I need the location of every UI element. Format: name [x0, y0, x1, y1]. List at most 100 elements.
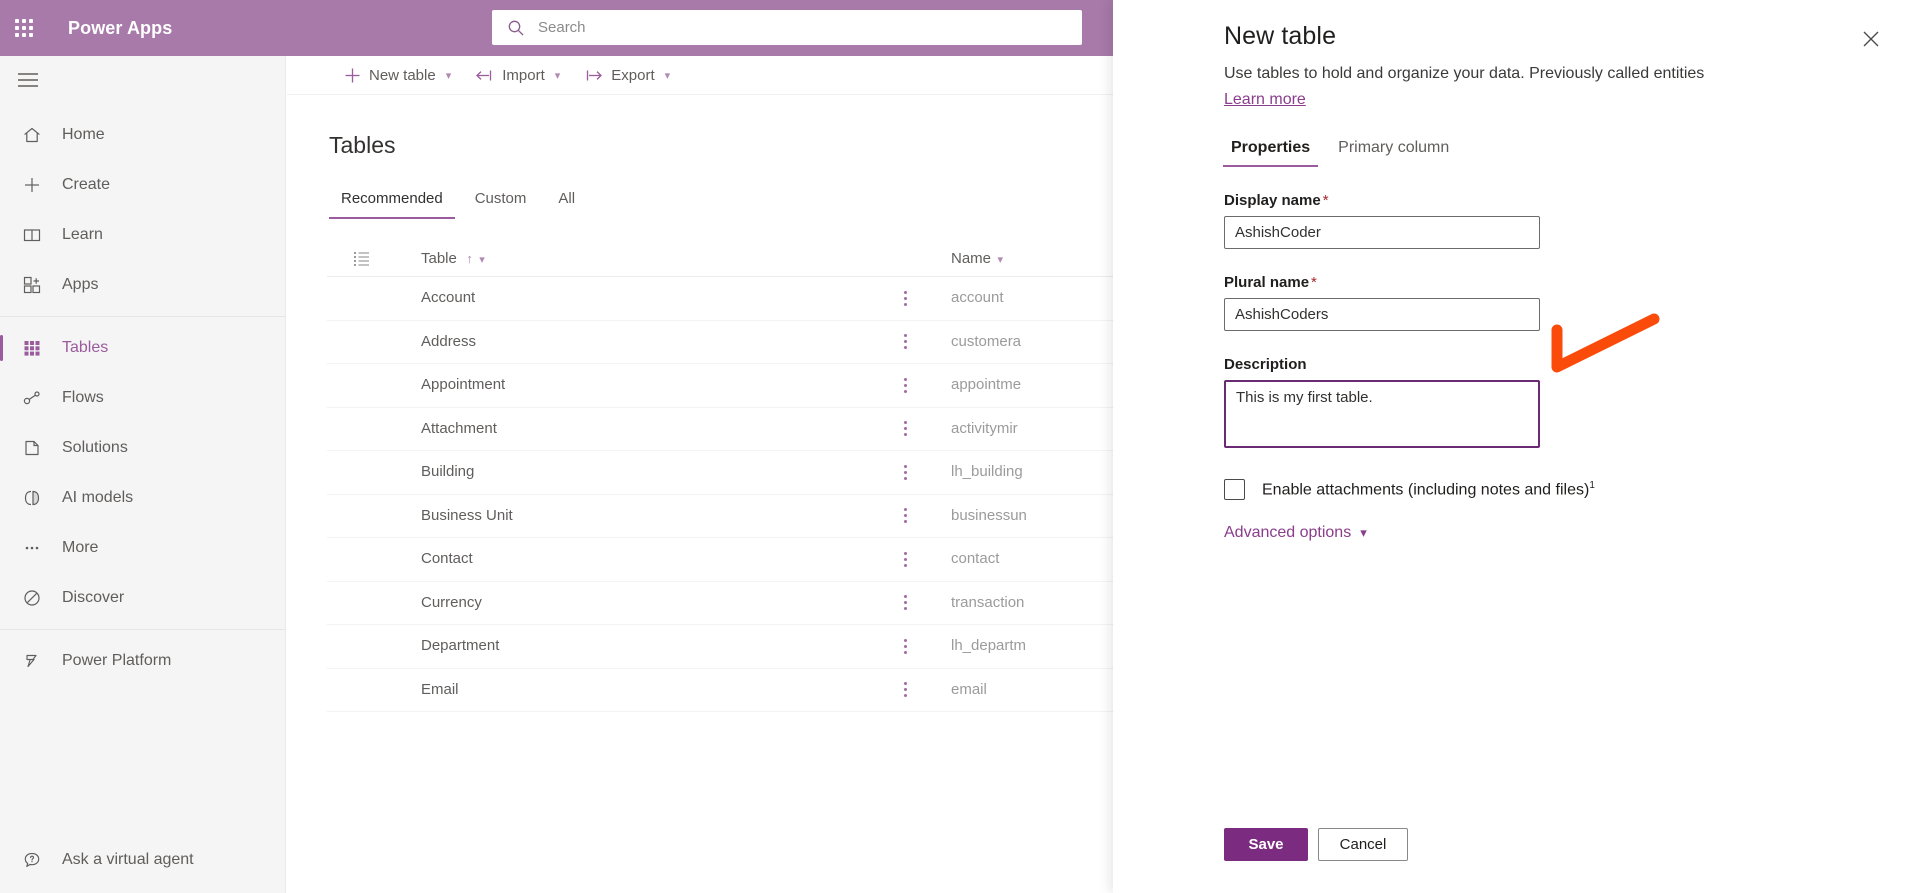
table-row[interactable]: Appointment appointme [327, 364, 1227, 408]
sidebar-item-apps[interactable]: Apps [0, 260, 285, 310]
row-more-actions-button[interactable] [875, 595, 935, 611]
enable-attachments-row[interactable]: Enable attachments (including notes and … [1224, 478, 1880, 500]
ai-brain-icon [14, 488, 50, 508]
sidebar-item-flows[interactable]: Flows [0, 373, 285, 423]
sidebar-item-learn[interactable]: Learn [0, 210, 285, 260]
export-button[interactable]: Export ▾ [574, 62, 680, 89]
table-row[interactable]: Address customera [327, 321, 1227, 364]
search-input[interactable] [536, 10, 1068, 45]
table-display-name: Building [421, 463, 475, 481]
tab-primary-column[interactable]: Primary column [1330, 135, 1457, 167]
learn-more-link[interactable]: Learn more [1224, 91, 1306, 109]
table-logical-name: email [951, 680, 987, 698]
row-more-actions-button[interactable] [875, 377, 935, 393]
table-row[interactable]: Currency transaction [327, 582, 1227, 625]
tab-properties[interactable]: Properties [1223, 135, 1319, 167]
sidebar-item-label: Apps [62, 276, 99, 293]
table-row[interactable]: Attachment activitymir [327, 408, 1227, 451]
row-more-actions-button[interactable] [875, 290, 935, 306]
row-more-actions-button[interactable] [875, 334, 935, 350]
table-row[interactable]: Building lh_building [327, 451, 1227, 495]
table-row[interactable]: Contact contact [327, 538, 1227, 582]
nav-bottom-section: Ask a virtual agent [0, 835, 285, 885]
cell-table-name[interactable]: Email [395, 681, 875, 699]
export-arrow-icon [584, 67, 603, 84]
chevron-down-icon[interactable]: ▾ [479, 254, 485, 266]
sidebar-item-ask-virtual-agent[interactable]: Ask a virtual agent [0, 835, 285, 885]
table-row[interactable]: Email email [327, 669, 1227, 712]
cell-table-name[interactable]: Appointment [395, 376, 875, 394]
row-more-actions-button[interactable] [875, 421, 935, 437]
tab-custom[interactable]: Custom [463, 184, 539, 219]
sidebar-item-label: Create [62, 176, 111, 193]
advanced-options-label: Advanced options [1224, 523, 1352, 541]
ellipsis-vertical-icon [903, 551, 907, 567]
flows-icon [14, 388, 50, 408]
sidebar-item-power-platform[interactable]: Power Platform [0, 636, 285, 686]
row-more-actions-button[interactable] [875, 508, 935, 524]
table-row[interactable]: Account account [327, 277, 1227, 321]
table-logical-name: account [951, 289, 1004, 307]
table-logical-name: contact [951, 550, 1000, 568]
hamburger-menu-icon[interactable] [0, 56, 285, 104]
row-more-actions-button[interactable] [875, 464, 935, 480]
sidebar-item-tables[interactable]: Tables [0, 323, 285, 373]
ellipsis-vertical-icon [903, 595, 907, 611]
advanced-options-toggle[interactable]: Advanced options ▾ [1224, 524, 1367, 542]
tab-recommended[interactable]: Recommended [329, 184, 455, 219]
save-button[interactable]: Save [1224, 828, 1308, 861]
sidebar-item-create[interactable]: Create [0, 160, 285, 210]
cell-table-name[interactable]: Department [395, 637, 875, 655]
display-name-label: Display name * [1224, 192, 1880, 209]
footnote-marker: 1 [1589, 479, 1595, 491]
new-table-button[interactable]: New table ▾ [334, 62, 461, 89]
cell-table-name[interactable]: Attachment [395, 420, 875, 438]
table-logical-name: transaction [951, 593, 1025, 611]
table-logical-name: businessun [951, 506, 1027, 524]
sort-ascending-icon: ↑ [466, 250, 473, 266]
sidebar-item-ai-models[interactable]: AI models [0, 473, 285, 523]
sidebar-item-label: More [62, 539, 99, 556]
cancel-button[interactable]: Cancel [1318, 828, 1408, 861]
table-row[interactable]: Department lh_departm [327, 625, 1227, 669]
import-button[interactable]: Import ▾ [465, 62, 570, 89]
app-launcher-icon[interactable] [0, 0, 48, 56]
cell-table-name[interactable]: Business Unit [395, 507, 875, 525]
row-more-actions-button[interactable] [875, 638, 935, 654]
row-more-actions-button[interactable] [875, 551, 935, 567]
enable-attachments-label: Enable attachments (including notes and … [1262, 480, 1595, 499]
chevron-down-icon[interactable]: ▾ [446, 69, 452, 82]
ellipsis-vertical-icon [903, 682, 907, 698]
cell-table-name[interactable]: Currency [395, 594, 875, 612]
close-icon[interactable] [1854, 22, 1888, 56]
display-name-input[interactable] [1224, 215, 1540, 249]
description-textarea[interactable] [1224, 379, 1540, 448]
ellipsis-vertical-icon [903, 377, 907, 393]
sidebar-item-solutions[interactable]: Solutions [0, 423, 285, 473]
ellipsis-vertical-icon [903, 638, 907, 654]
sidebar-item-more[interactable]: More [0, 523, 285, 573]
row-more-actions-button[interactable] [875, 682, 935, 698]
cell-table-name[interactable]: Contact [395, 550, 875, 568]
global-search-box[interactable] [492, 10, 1082, 45]
plural-name-input[interactable] [1224, 297, 1540, 331]
sidebar-item-discover[interactable]: Discover [0, 573, 285, 623]
plus-icon [344, 67, 361, 84]
sidebar-item-home[interactable]: Home [0, 110, 285, 160]
enable-attachments-checkbox[interactable] [1224, 478, 1245, 500]
cell-table-name[interactable]: Account [395, 289, 875, 307]
chevron-down-icon[interactable]: ▾ [997, 254, 1003, 266]
table-row[interactable]: Business Unit businessun [327, 495, 1227, 538]
tab-all[interactable]: All [546, 184, 587, 219]
column-header-table[interactable]: Table ↑ ▾ [395, 250, 875, 268]
select-all-rows-icon[interactable] [327, 250, 395, 267]
chevron-down-icon[interactable]: ▾ [1360, 525, 1367, 541]
panel-tabs: Properties Primary column [1223, 135, 1880, 167]
chevron-down-icon[interactable]: ▾ [665, 69, 671, 82]
table-display-name: Address [421, 332, 477, 350]
cell-table-name[interactable]: Address [395, 333, 875, 351]
cell-table-name[interactable]: Building [395, 463, 875, 481]
nav-divider-2 [0, 629, 285, 630]
grid-header-row: Table ↑ ▾ Name ▾ [327, 241, 1227, 277]
chevron-down-icon[interactable]: ▾ [555, 69, 561, 82]
